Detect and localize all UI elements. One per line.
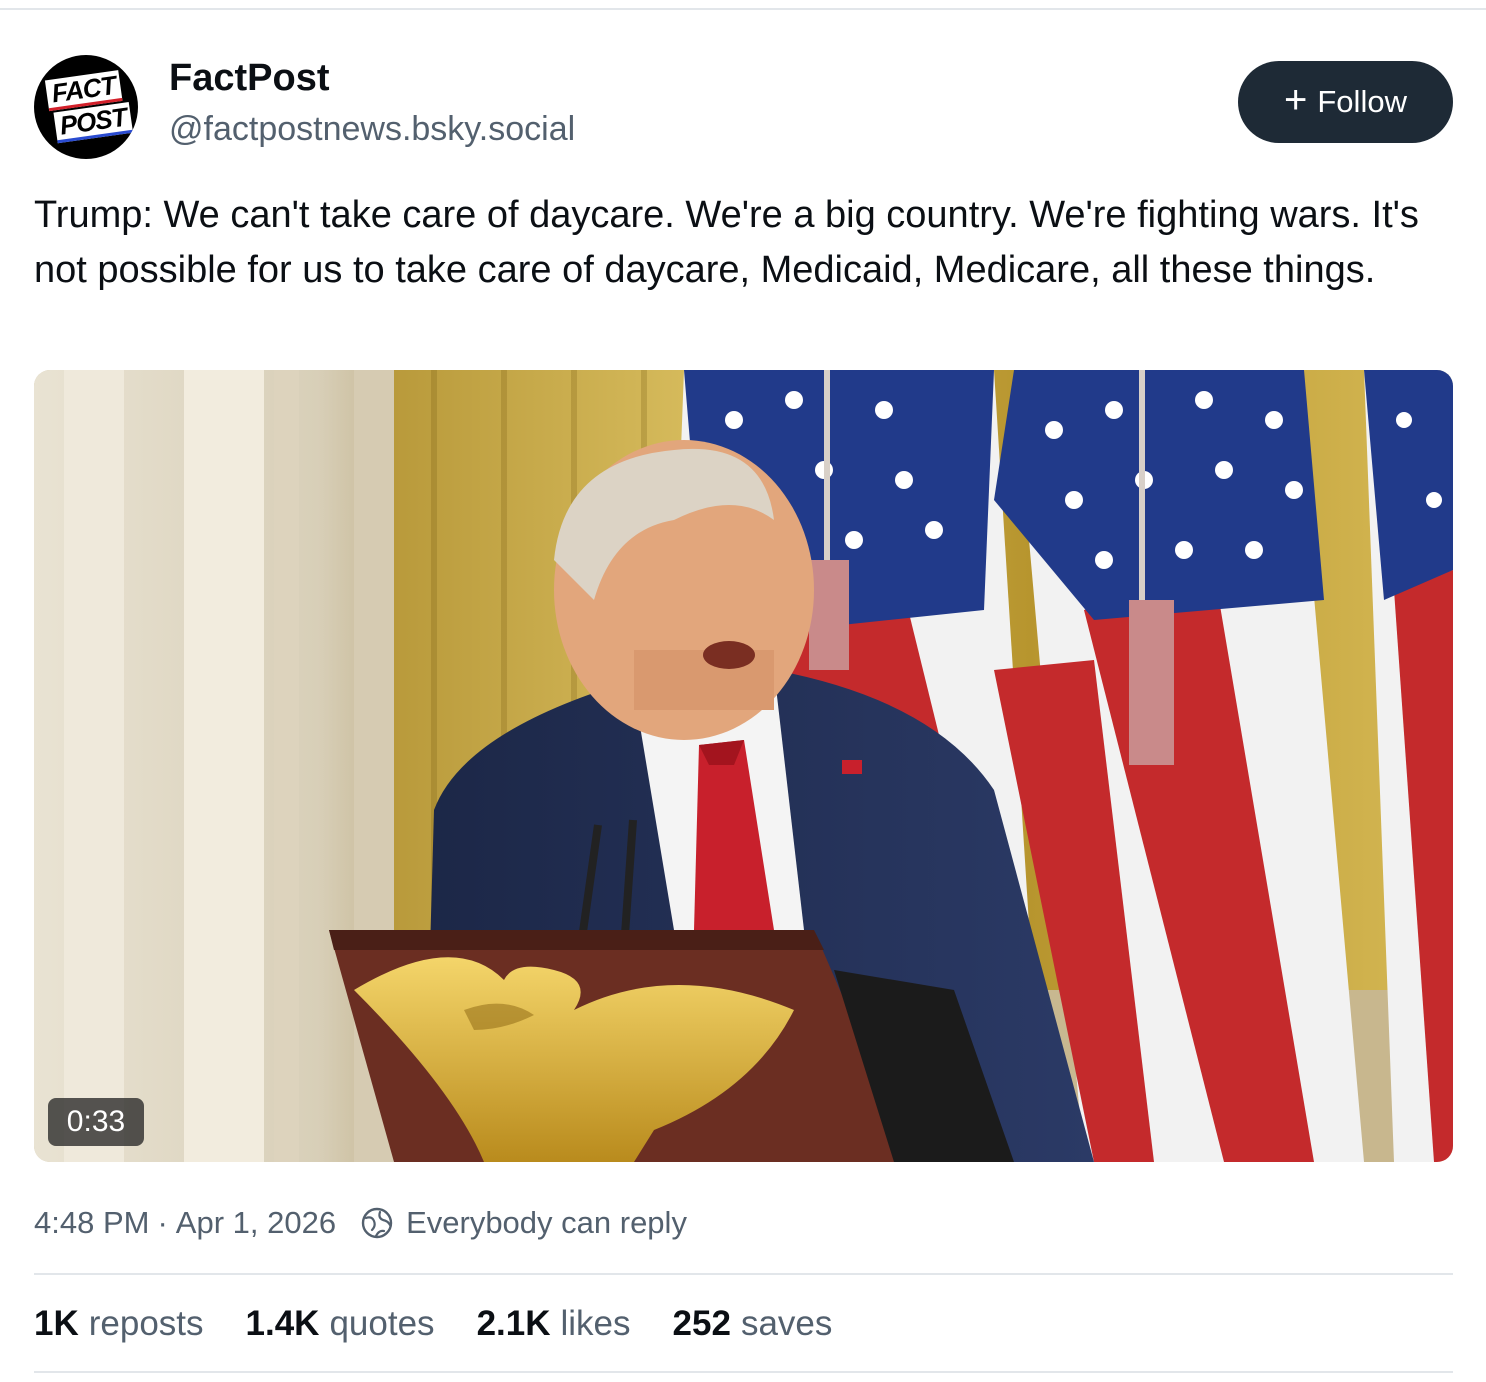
author-display-name[interactable]: FactPost xyxy=(169,56,329,100)
video-duration-badge: 0:33 xyxy=(48,1098,144,1146)
stat-likes[interactable]: 2.1K likes xyxy=(477,1304,631,1344)
avatar[interactable]: FACT POST xyxy=(34,55,138,159)
stat-reposts-count: 1K xyxy=(34,1304,79,1343)
globe-icon xyxy=(361,1207,393,1239)
video-thumbnail xyxy=(34,370,1453,1162)
stat-saves[interactable]: 252 saves xyxy=(673,1304,833,1344)
stat-saves-count: 252 xyxy=(672,1304,731,1343)
post-meta: 4:48 PM · Apr 1, 2026 Everybody can repl… xyxy=(34,1200,687,1246)
stat-quotes-count: 1.4K xyxy=(245,1304,320,1343)
stat-likes-count: 2.1K xyxy=(476,1304,551,1343)
stat-likes-label: likes xyxy=(560,1304,631,1343)
stats-divider-top xyxy=(34,1273,1453,1275)
follow-button-label: Follow xyxy=(1317,84,1407,119)
author-handle[interactable]: @factpostnews.bsky.social xyxy=(169,109,575,149)
post-time[interactable]: 4:48 PM xyxy=(34,1205,149,1241)
meta-separator: · xyxy=(157,1205,168,1240)
stat-reposts-label: reposts xyxy=(88,1304,204,1343)
video-player[interactable] xyxy=(34,370,1453,1162)
post-text: Trump: We can't take care of daycare. We… xyxy=(34,194,1419,291)
top-divider xyxy=(0,8,1486,10)
stats-divider-bottom xyxy=(34,1371,1453,1373)
stat-saves-label: saves xyxy=(740,1304,833,1343)
stat-quotes[interactable]: 1.4K quotes xyxy=(246,1304,435,1344)
reply-setting[interactable]: Everybody can reply xyxy=(406,1205,687,1241)
avatar-logo: FACT POST xyxy=(34,55,138,159)
stat-reposts[interactable]: 1K reposts xyxy=(34,1304,204,1344)
stat-quotes-label: quotes xyxy=(329,1304,435,1343)
follow-button[interactable]: + Follow xyxy=(1238,61,1453,143)
post-stats: 1K reposts 1.4K quotes 2.1K likes 252 sa… xyxy=(34,1300,874,1348)
post-date[interactable]: Apr 1, 2026 xyxy=(176,1205,336,1241)
plus-icon: + xyxy=(1284,78,1308,122)
